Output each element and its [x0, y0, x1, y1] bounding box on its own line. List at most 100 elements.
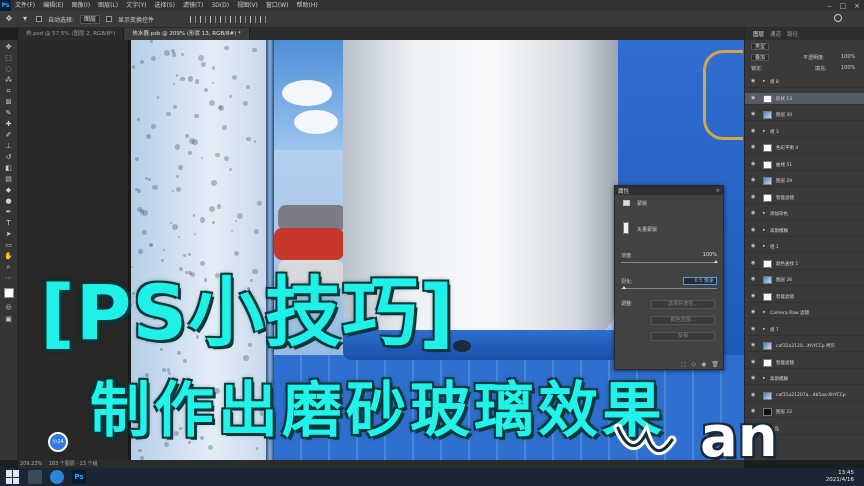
eyedropper-tool-icon[interactable]: ✎ [4, 110, 13, 117]
panel-menu-icon[interactable]: ≡ [716, 188, 720, 194]
lasso-tool-icon[interactable]: ◌ [4, 66, 13, 73]
layer-row[interactable]: ◉ ▸ 组 7 [745, 324, 864, 336]
layer-row[interactable]: ◉ caf31a2120...XhYCCp 拷贝 [745, 340, 864, 352]
layer-row[interactable]: ◉ 图层 30 [745, 109, 864, 121]
folder-chevron-icon[interactable]: ▸ [763, 376, 765, 381]
layer-row[interactable]: ◉ 智能滤镜 [745, 291, 864, 303]
fill-value[interactable]: 100% [841, 65, 855, 71]
menu-view[interactable]: 视图(V) [233, 0, 262, 11]
feather-slider-thumb[interactable] [622, 286, 626, 289]
search-icon[interactable] [834, 14, 842, 22]
align-top-icon[interactable] [220, 15, 227, 23]
menu-image[interactable]: 图像(I) [68, 0, 94, 11]
menu-3d[interactable]: 3D(D) [207, 0, 233, 11]
visibility-icon[interactable]: ◉ [701, 361, 706, 368]
eye-icon[interactable]: ◉ [751, 95, 757, 101]
layer-row[interactable]: ◉ ▸ 添加杂色 [745, 208, 864, 220]
invert-button[interactable]: 反相 [651, 332, 715, 341]
menu-help[interactable]: 帮助(H) [293, 0, 322, 11]
layer-thumbnail[interactable] [763, 358, 772, 367]
vector-mask-thumb[interactable] [623, 222, 629, 234]
blend-mode-dropdown[interactable]: 叠加 [751, 54, 770, 61]
align-bottom-icon[interactable] [240, 15, 247, 23]
align-right-icon[interactable] [210, 15, 217, 23]
menu-type[interactable]: 文字(Y) [122, 0, 150, 11]
stamp-tool-icon[interactable]: ⊥ [4, 143, 13, 150]
tab-channels[interactable]: 通道 [770, 30, 781, 38]
color-range-button[interactable]: 颜色范围... [651, 316, 715, 325]
tab-paths[interactable]: 路径 [787, 30, 798, 38]
eye-icon[interactable]: ◉ [751, 178, 757, 183]
eye-icon[interactable]: ◉ [751, 260, 757, 266]
transform-controls-checkbox[interactable] [106, 16, 113, 22]
eye-icon[interactable]: ◉ [751, 343, 757, 348]
brush-tool-icon[interactable]: ✐ [4, 132, 13, 139]
eye-icon[interactable]: ◉ [751, 277, 757, 282]
layer-thumbnail[interactable] [763, 144, 772, 152]
zoom-tool-icon[interactable]: ⌕ [4, 264, 13, 271]
layer-thumbnail[interactable] [763, 177, 772, 185]
close-icon[interactable]: × [854, 2, 860, 10]
layer-row[interactable]: ◉ 颜色查找 1 [745, 258, 864, 270]
hand-tool-icon[interactable]: ✋ [4, 253, 13, 260]
layer-row[interactable]: ◉ ▸ 高斯模糊 [745, 225, 864, 237]
healing-brush-icon[interactable]: ✚ [4, 121, 13, 128]
auto-select-checkbox[interactable] [36, 16, 42, 22]
folder-chevron-icon[interactable]: ▸ [763, 129, 765, 134]
menu-edit[interactable]: 编辑(E) [39, 0, 67, 11]
browser-taskbar-icon[interactable] [50, 470, 64, 484]
tab-doc-1[interactable]: 热.psd @ 57.5% (图层 2, RGB/8*) [18, 28, 125, 40]
gradient-tool-icon[interactable]: ▤ [4, 176, 13, 183]
align-left-icon[interactable] [190, 15, 197, 23]
layer-thumbnail[interactable] [763, 292, 772, 301]
eye-icon[interactable]: ◉ [751, 244, 757, 249]
layer-row[interactable]: ◉ 形状 13 [745, 92, 864, 105]
quick-select-tool-icon[interactable]: ⁂ [4, 77, 13, 84]
layer-row[interactable]: ◉ 色彩平衡 4 [745, 142, 864, 154]
crop-tool-icon[interactable]: ⌗ [4, 88, 13, 95]
shape-tool-icon[interactable]: ▭ [4, 242, 13, 249]
chevron-down-icon[interactable]: ▾ [20, 14, 30, 24]
eye-icon[interactable]: ◉ [751, 128, 757, 134]
layer-thumbnail[interactable] [763, 342, 772, 350]
align-middle-icon[interactable] [230, 15, 237, 23]
distribute-vertical-icon[interactable] [260, 15, 267, 23]
move-tool-icon[interactable]: ✥ [4, 14, 14, 24]
folder-chevron-icon[interactable]: ▸ [763, 310, 765, 315]
folder-chevron-icon[interactable]: ▸ [763, 228, 765, 233]
align-center-icon[interactable] [200, 15, 207, 23]
eye-icon[interactable]: ◉ [751, 326, 757, 332]
layer-thumbnail[interactable] [763, 259, 772, 268]
history-brush-icon[interactable]: ↺ [4, 154, 13, 161]
layer-row[interactable]: ◉ 智能滤镜 [745, 192, 864, 204]
layer-filter-dropdown[interactable]: 类型 [751, 43, 770, 50]
feather-input[interactable]: 0.5 像素 [683, 277, 717, 285]
tab-layers[interactable]: 图层 [753, 30, 764, 38]
layer-row[interactable]: ◉ ▸ 组 3 [745, 126, 864, 138]
layer-row[interactable]: ◉ 图层 26 [745, 274, 864, 286]
move-tool-icon[interactable]: ✥ [4, 44, 13, 51]
density-slider-thumb[interactable] [714, 260, 718, 263]
layer-row[interactable]: ◉ 智能滤镜 [745, 357, 864, 369]
mask-icon[interactable] [623, 200, 630, 206]
zoom-level[interactable]: 209.23% [20, 461, 42, 467]
eye-icon[interactable]: ◉ [751, 227, 757, 233]
eye-icon[interactable]: ◉ [751, 79, 757, 84]
photoshop-taskbar-icon[interactable]: Ps [72, 470, 86, 484]
frame-tool-icon[interactable]: ⊠ [4, 99, 13, 106]
eye-icon[interactable]: ◉ [751, 310, 757, 315]
eye-icon[interactable]: ◉ [751, 211, 757, 216]
layer-thumbnail[interactable] [763, 111, 772, 119]
opacity-value[interactable]: 100% [841, 54, 855, 60]
layer-row[interactable]: ◉ 曲线 51 [745, 159, 864, 171]
tab-doc-2[interactable]: 热水器.psb @ 209% (形状 13, RGB/8#) * [124, 28, 250, 40]
layer-thumbnail[interactable] [763, 193, 772, 202]
layer-thumbnail[interactable] [763, 160, 772, 169]
delete-icon[interactable]: 🗑 [711, 361, 719, 368]
marquee-tool-icon[interactable]: ⬚ [4, 55, 13, 62]
folder-chevron-icon[interactable]: ▸ [763, 79, 765, 84]
eye-icon[interactable]: ◉ [751, 161, 757, 167]
quick-mask-icon[interactable]: ◎ [4, 304, 13, 311]
eye-icon[interactable]: ◉ [751, 359, 757, 365]
blur-tool-icon[interactable]: ◆ [4, 187, 13, 194]
